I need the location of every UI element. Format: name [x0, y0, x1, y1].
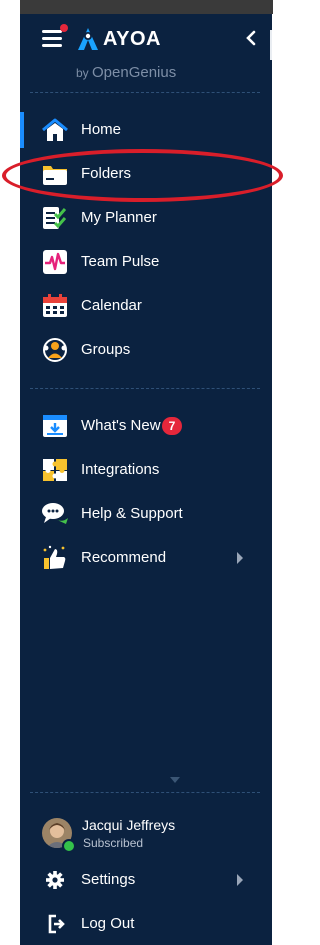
nav-item-groups[interactable]: Groups	[20, 332, 272, 368]
sidebar-header: AYOA by OpenGenius	[20, 14, 272, 94]
groups-icon	[43, 338, 67, 362]
nav-item-settings[interactable]: Settings	[20, 862, 272, 898]
brand-name: AYOA	[103, 27, 161, 50]
nav-label: Calendar	[81, 297, 142, 314]
pulse-icon	[43, 250, 67, 274]
nav-label: Log Out	[81, 915, 135, 932]
nav-item-team-pulse[interactable]: Team Pulse	[20, 244, 272, 280]
ayoa-logo[interactable]: AYOA	[77, 25, 161, 53]
news-icon	[43, 415, 67, 437]
logout-icon	[48, 914, 65, 934]
window-top-bar	[20, 0, 273, 14]
planner-icon	[43, 207, 67, 229]
folder-icon	[43, 166, 67, 185]
chat-icon	[42, 503, 68, 524]
chevron-right-icon	[237, 874, 243, 886]
nav-label: Recommend	[81, 549, 167, 566]
chevron-right-icon	[237, 552, 243, 564]
nav-label: Groups	[81, 341, 131, 358]
calendar-icon	[43, 294, 67, 317]
panel-edge	[270, 30, 272, 60]
nav-item-integrations[interactable]: Integrations	[20, 452, 272, 488]
nav-label: Home	[81, 121, 122, 138]
divider	[30, 92, 260, 93]
nav-item-folders[interactable]: Folders	[20, 156, 272, 192]
nav-item-calendar[interactable]: Calendar	[20, 288, 272, 324]
nav-item-whats-new[interactable]: What's New 7	[20, 408, 272, 444]
nav-label: Folders	[81, 165, 132, 182]
nav-label: My Planner	[81, 209, 157, 226]
nav-item-my-planner[interactable]: My Planner	[20, 200, 272, 236]
nav-label: Integrations	[81, 461, 160, 478]
brand-byline: by OpenGenius	[76, 64, 177, 81]
chevron-left-icon[interactable]	[244, 30, 258, 46]
sidebar: AYOA by OpenGenius Home Folders My Plann…	[20, 14, 272, 945]
home-icon	[42, 118, 68, 141]
user-profile[interactable]: Jacqui Jeffreys Subscribed	[20, 814, 272, 858]
menu-icon[interactable]	[42, 24, 68, 48]
thumbs-up-icon	[43, 545, 66, 569]
nav-label: Team Pulse	[81, 253, 160, 270]
gear-icon	[46, 871, 64, 889]
nav-item-home[interactable]: Home	[20, 112, 272, 148]
notification-badge: 7	[162, 417, 182, 435]
nav-label: Settings	[81, 871, 136, 888]
online-status-dot	[62, 839, 76, 853]
divider	[30, 388, 260, 389]
nav-item-help-support[interactable]: Help & Support	[20, 496, 272, 532]
nav-item-recommend[interactable]: Recommend	[20, 540, 272, 576]
notification-dot	[60, 24, 68, 32]
puzzle-icon	[43, 459, 67, 481]
user-name: Jacqui Jeffreys	[82, 817, 176, 833]
nav-label: Help & Support	[81, 505, 183, 522]
scroll-down-icon[interactable]	[170, 777, 180, 783]
active-indicator	[20, 112, 24, 148]
nav-item-log-out[interactable]: Log Out	[20, 906, 272, 942]
divider	[30, 792, 260, 793]
ayoa-logo-icon	[78, 28, 98, 50]
nav-label: What's New	[81, 417, 161, 434]
subscription-status: Subscribed	[83, 836, 144, 850]
